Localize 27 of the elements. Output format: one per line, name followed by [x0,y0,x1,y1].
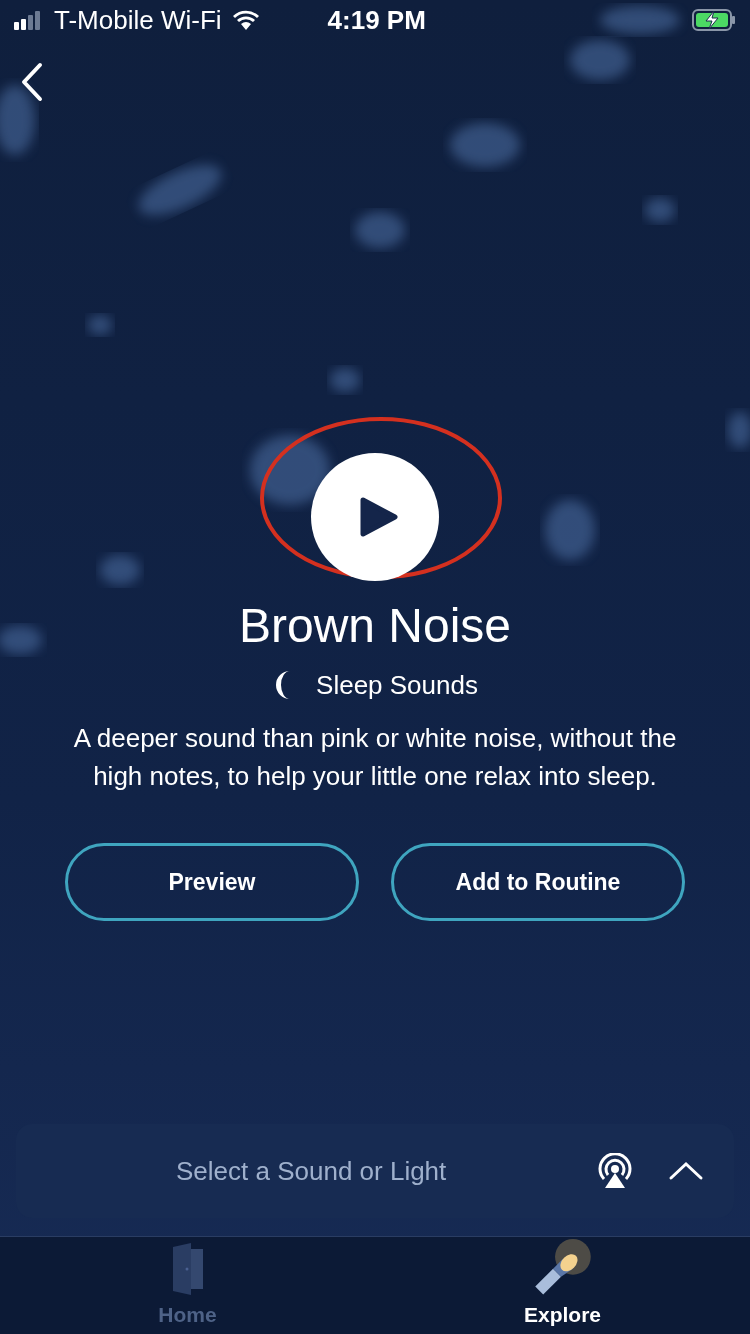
sound-category: Sleep Sounds [316,668,478,702]
chevron-up-icon[interactable] [668,1161,704,1181]
sound-title: Brown Noise [238,598,512,654]
signal-icon [14,10,42,30]
snow-blob [100,555,140,585]
tab-item[interactable]: Explore [375,1237,750,1334]
sound-description: A deeper sound than pink or white noise, without the high notes, to help your little one relax into sleep. [72,722,678,793]
play-icon [359,496,399,538]
snow-blob [450,123,520,167]
snow-blob [545,500,595,560]
wifi-icon [231,10,260,30]
airplay-icon[interactable] [596,1153,634,1189]
snow-blob [0,626,42,654]
snow-blob [570,40,630,80]
outline-button[interactable]: Preview [65,843,359,921]
snow-blob [88,315,112,335]
snow-blob [355,212,405,248]
snow-blob [645,198,675,222]
status-time: 4:19 PM [327,3,426,37]
snow-blob [728,412,750,448]
player-placeholder: Select a Sound or Light [176,1154,448,1188]
battery-charging-icon [692,9,736,31]
door-icon [170,1242,205,1295]
carrier-name: T-Mobile Wi-Fi [54,3,222,37]
snow-blob [330,368,360,392]
snow-blob [0,85,35,155]
outline-button[interactable]: Add to Routine [391,843,685,921]
